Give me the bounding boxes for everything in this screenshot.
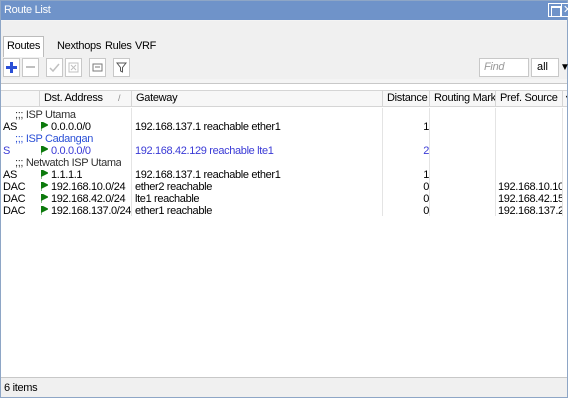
table-row[interactable]: AS 0.0.0.0/0 192.168.137.1 reachable eth… <box>1 121 567 133</box>
row-flags: AS <box>3 121 17 133</box>
enable-button[interactable] <box>46 58 63 77</box>
row-dst: 192.168.10.0/24 <box>51 181 126 193</box>
tab-bar: Routes Nexthops Rules VRF <box>1 21 567 57</box>
title-bar[interactable]: Route List ✕ <box>1 1 568 20</box>
comment-row[interactable]: ;;; Netwatch ISP Utama <box>1 157 567 169</box>
column-pref-source[interactable]: Pref. Source <box>495 91 562 106</box>
comment-text: ;;; ISP Cadangan <box>15 133 93 145</box>
row-gateway: 192.168.137.1 reachable ether1 <box>135 121 281 133</box>
row-flags: DAC <box>3 181 26 193</box>
row-mark <box>433 181 495 193</box>
row-dst: 192.168.137.0/24 <box>51 205 131 217</box>
comment-icon <box>92 63 103 72</box>
row-gateway: ether2 reachable <box>135 181 212 193</box>
route-flag-icon <box>41 206 48 215</box>
route-list-window: Route List ✕ Routes Nexthops Rules VRF F… <box>0 0 568 398</box>
filter-button[interactable] <box>113 58 130 77</box>
sort-indicator-icon: / <box>118 93 121 103</box>
route-flag-icon <box>41 170 48 179</box>
row-pref <box>498 169 562 181</box>
column-distance[interactable]: Distance <box>382 91 429 106</box>
row-flags: DAC <box>3 205 26 217</box>
disable-icon <box>68 62 79 73</box>
comment-button[interactable] <box>89 58 106 77</box>
dst-address-label: Dst. Address <box>44 92 103 104</box>
tab-vrf[interactable]: VRF <box>132 38 159 55</box>
route-flag-icon <box>41 146 48 155</box>
comment-text: ;;; Netwatch ISP Utama <box>15 157 122 169</box>
row-dst: 1.1.1.1 <box>51 169 83 181</box>
close-icon[interactable]: ✕ <box>561 3 568 17</box>
tab-routes[interactable]: Routes <box>3 36 45 57</box>
row-distance: 2 <box>423 145 429 157</box>
row-pref: 192.168.137.251 <box>498 205 562 217</box>
comment-text: ;;; ISP Utama <box>15 109 76 121</box>
column-gateway[interactable]: Gateway <box>131 91 382 106</box>
row-gateway: lte1 reachable <box>135 193 200 205</box>
row-dst: 0.0.0.0/0 <box>51 145 91 157</box>
comment-row[interactable]: ;;; ISP Utama <box>1 109 567 121</box>
toolbar: Find all ▼ <box>1 57 568 79</box>
row-flags: AS <box>3 169 17 181</box>
row-dst: 192.168.42.0/24 <box>51 193 126 205</box>
add-button[interactable] <box>3 58 20 77</box>
row-pref <box>498 121 562 133</box>
table-header: Dst. Address / Gateway Distance Routing … <box>1 90 567 107</box>
row-distance: 1 <box>423 121 429 133</box>
find-input[interactable]: Find <box>479 58 529 77</box>
table-row[interactable]: DAC 192.168.42.0/24 lte1 reachable 0 192… <box>1 193 567 205</box>
row-distance: 0 <box>423 193 429 205</box>
enable-icon <box>49 63 60 73</box>
window-title: Route List <box>4 4 51 16</box>
row-dst: 0.0.0.0/0 <box>51 121 91 133</box>
row-distance: 1 <box>423 169 429 181</box>
route-flag-icon <box>41 182 48 191</box>
row-pref: 192.168.42.158 <box>498 193 562 205</box>
comment-row[interactable]: ;;; ISP Cadangan <box>1 133 567 145</box>
remove-button[interactable] <box>22 58 39 77</box>
row-gateway: 192.168.42.129 reachable lte1 <box>135 145 274 157</box>
row-gateway: 192.168.137.1 reachable ether1 <box>135 169 281 181</box>
maximize-icon[interactable] <box>548 3 562 17</box>
column-dst-address[interactable]: Dst. Address / <box>39 91 131 106</box>
row-distance: 0 <box>423 181 429 193</box>
row-distance: 0 <box>423 205 429 217</box>
row-mark <box>433 193 495 205</box>
disable-button[interactable] <box>65 58 82 77</box>
row-flags: S <box>3 145 10 157</box>
add-icon <box>6 62 17 73</box>
dropdown-icon[interactable]: ▼ <box>560 60 568 76</box>
row-pref <box>498 145 562 157</box>
item-count: 6 items <box>4 382 38 394</box>
row-mark <box>433 121 495 133</box>
row-pref: 192.168.10.10 <box>498 181 562 193</box>
row-gateway: ether1 reachable <box>135 205 212 217</box>
remove-icon <box>26 66 35 68</box>
row-mark <box>433 145 495 157</box>
routes-table: Dst. Address / Gateway Distance Routing … <box>1 83 567 377</box>
filter-select[interactable]: all <box>531 58 559 77</box>
row-mark <box>433 169 495 181</box>
filter-icon <box>116 62 127 73</box>
tab-rules[interactable]: Rules <box>102 38 135 55</box>
table-row[interactable]: DAC 192.168.10.0/24 ether2 reachable 0 1… <box>1 181 567 193</box>
tab-nexthops[interactable]: Nexthops <box>54 38 104 55</box>
row-flags: DAC <box>3 193 26 205</box>
row-mark <box>433 205 495 217</box>
table-row[interactable]: DAC 192.168.137.0/24 ether1 reachable 0 … <box>1 205 567 217</box>
status-bar: 6 items <box>1 377 567 397</box>
table-row[interactable]: AS 1.1.1.1 192.168.137.1 reachable ether… <box>1 169 567 181</box>
column-routing-mark[interactable]: Routing Mark <box>429 91 496 106</box>
column-menu-icon[interactable]: ▼ <box>562 91 567 106</box>
table-row[interactable]: S 0.0.0.0/0 192.168.42.129 reachable lte… <box>1 145 567 157</box>
route-flag-icon <box>41 122 48 131</box>
route-flag-icon <box>41 194 48 203</box>
column-flags[interactable] <box>1 91 39 106</box>
